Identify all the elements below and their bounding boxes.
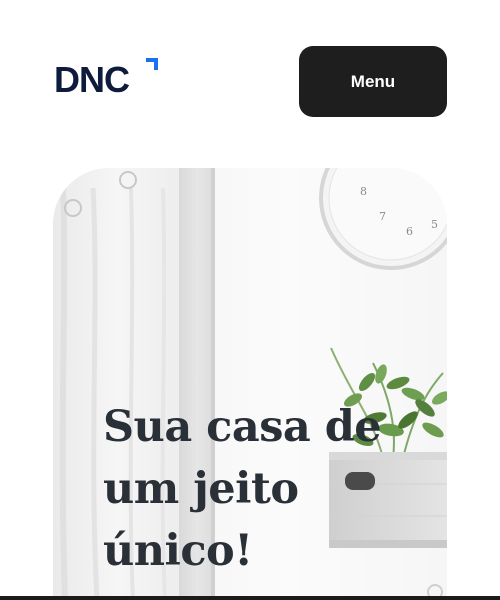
clock-numeral: 6 — [406, 225, 413, 238]
hero-title-line: um jeito — [103, 464, 299, 514]
clock-numeral: 7 — [379, 210, 386, 223]
hero-title-line: Sua casa de — [103, 402, 382, 452]
hero-banner: 8 7 6 5 Sua casa de um jeito único! — [53, 168, 447, 600]
brand-logo[interactable]: DNC — [54, 58, 158, 100]
menu-button[interactable]: Menu — [299, 46, 447, 117]
logo-corner-icon — [146, 58, 158, 70]
wall-clock: 8 7 6 5 — [319, 168, 447, 270]
page: DNC Menu 8 7 6 5 Sua casa de um jeito ún… — [0, 0, 500, 600]
clock-numeral: 5 — [431, 218, 438, 231]
hero-title-line: único! — [103, 526, 253, 576]
logo-wordmark: DNC — [54, 59, 130, 100]
hero-title: Sua casa de um jeito único! — [103, 396, 443, 582]
bottom-divider — [0, 596, 500, 600]
clock-numeral: 8 — [360, 185, 367, 198]
